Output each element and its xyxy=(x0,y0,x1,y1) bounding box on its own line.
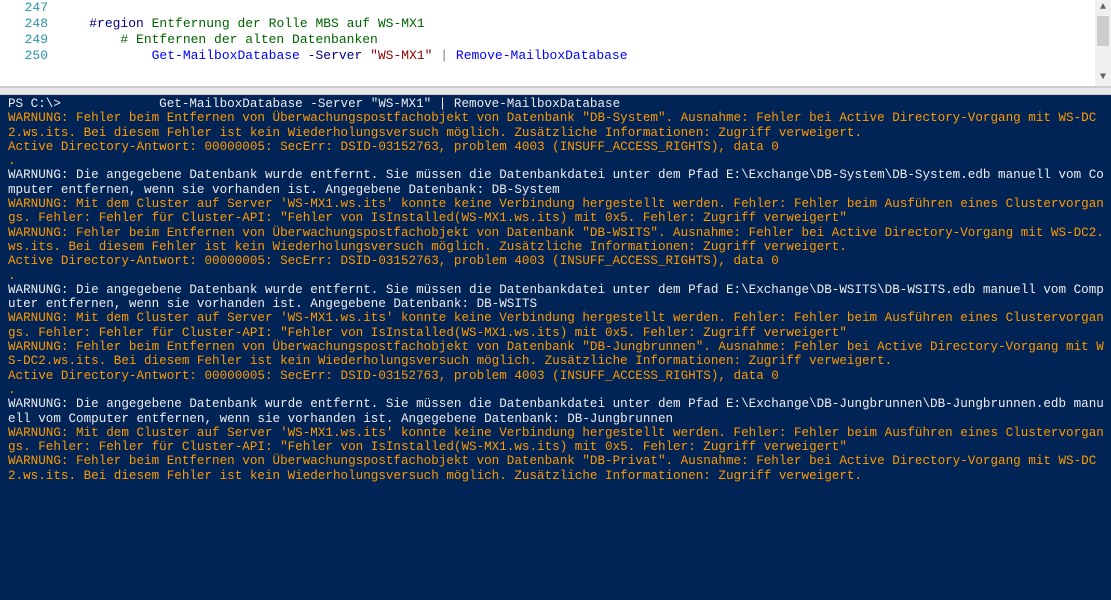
console-warning-line: WARNUNG: Fehler beim Entfernen von Überw… xyxy=(8,340,1105,369)
script-editor-pane[interactable]: 247248 #region Entfernung der Rolle MBS … xyxy=(0,0,1111,87)
code-token xyxy=(58,48,152,63)
console-warning-line: WARNUNG: Fehler beim Entfernen von Überw… xyxy=(8,111,1105,140)
code-token: Entfernung der Rolle MBS auf WS-MX1 xyxy=(144,16,425,31)
console-warning-line: . xyxy=(8,383,1105,397)
scroll-up-icon[interactable]: ▲ xyxy=(1095,0,1111,16)
console-warning-line: WARNUNG: Mit dem Cluster auf Server 'WS-… xyxy=(8,311,1105,340)
line-number: 249 xyxy=(0,32,58,48)
code-line[interactable]: 248 #region Entfernung der Rolle MBS auf… xyxy=(0,16,1111,32)
line-number: 248 xyxy=(0,16,58,32)
code-token: # Entfernen der alten Datenbanken xyxy=(58,32,378,47)
code-token: Remove-MailboxDatabase xyxy=(456,48,628,63)
console-warning-line: WARNUNG: Fehler beim Entfernen von Überw… xyxy=(8,454,1105,483)
scroll-down-icon[interactable]: ▼ xyxy=(1095,70,1111,86)
console-output-line: WARNUNG: Die angegebene Datenbank wurde … xyxy=(8,168,1105,197)
line-number: 247 xyxy=(0,0,58,16)
code-line[interactable]: 250 Get-MailboxDatabase -Server "WS-MX1"… xyxy=(0,48,1111,64)
console-warning-line: Active Directory-Antwort: 00000005: SecE… xyxy=(8,369,1105,383)
console-warning-line: Active Directory-Antwort: 00000005: SecE… xyxy=(8,254,1105,268)
scroll-thumb[interactable] xyxy=(1097,16,1109,46)
code-token xyxy=(58,16,89,31)
code-token: -Server xyxy=(300,48,370,63)
pane-splitter[interactable] xyxy=(0,87,1111,95)
code-line[interactable]: 247 xyxy=(0,0,1111,16)
console-warning-line: Active Directory-Antwort: 00000005: SecE… xyxy=(8,140,1105,154)
console-output-pane[interactable]: PS C:\> Get-MailboxDatabase -Server "WS-… xyxy=(0,95,1111,600)
code-token: "WS-MX1" xyxy=(370,48,432,63)
console-prompt: PS C:\> Get-MailboxDatabase -Server "WS-… xyxy=(8,97,1105,111)
code-line[interactable]: 249 # Entfernen der alten Datenbanken xyxy=(0,32,1111,48)
console-warning-line: WARNUNG: Mit dem Cluster auf Server 'WS-… xyxy=(8,426,1105,455)
console-warning-line: . xyxy=(8,269,1105,283)
code-token: #region xyxy=(89,16,144,31)
code-token: Get-MailboxDatabase xyxy=(152,48,300,63)
console-warning-line: WARNUNG: Mit dem Cluster auf Server 'WS-… xyxy=(8,197,1105,226)
console-warning-line: . xyxy=(8,154,1105,168)
editor-scrollbar[interactable]: ▲ ▼ xyxy=(1095,0,1111,86)
console-output-line: WARNUNG: Die angegebene Datenbank wurde … xyxy=(8,283,1105,312)
code-token: | xyxy=(433,48,456,63)
line-number: 250 xyxy=(0,48,58,64)
console-warning-line: WARNUNG: Fehler beim Entfernen von Überw… xyxy=(8,226,1105,255)
console-output-line: WARNUNG: Die angegebene Datenbank wurde … xyxy=(8,397,1105,426)
